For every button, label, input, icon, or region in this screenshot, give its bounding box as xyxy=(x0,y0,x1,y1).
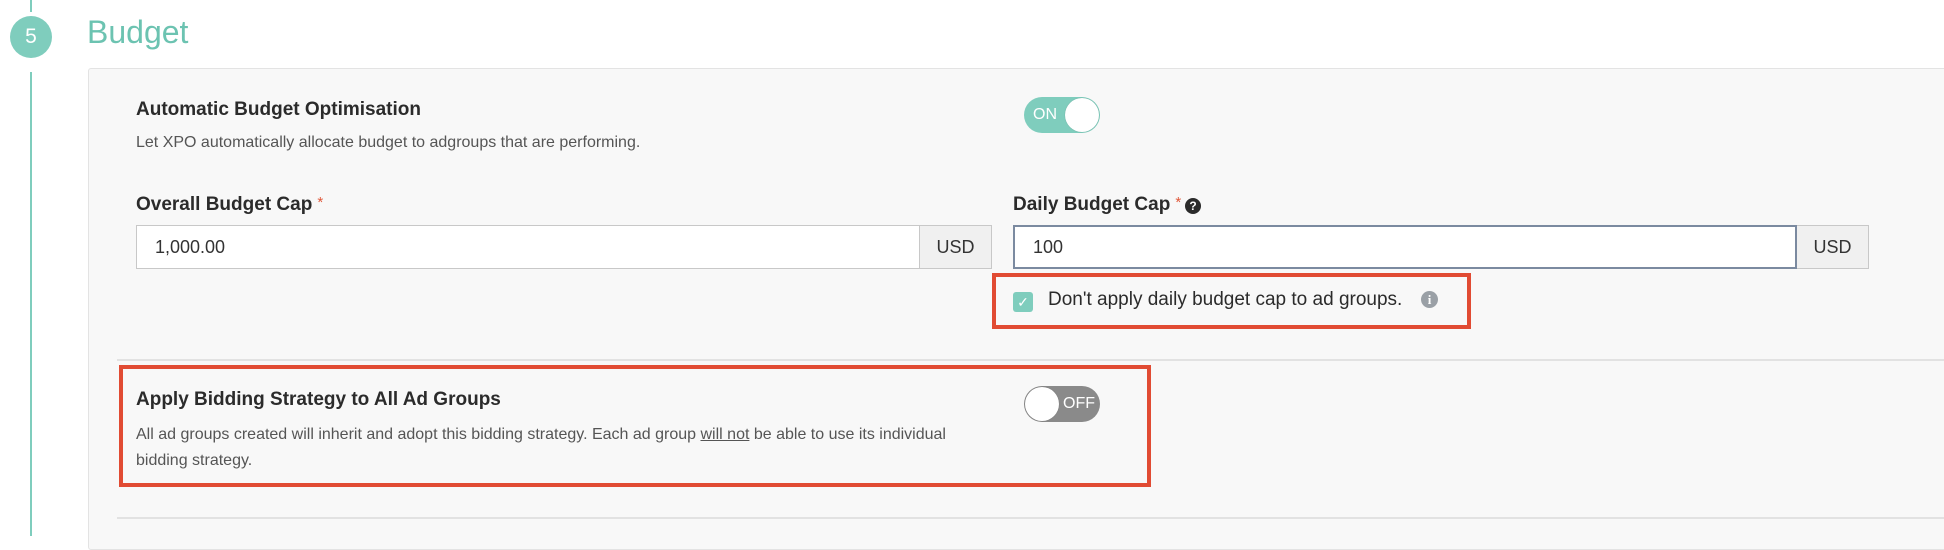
overall-cap-label-text: Overall Budget Cap xyxy=(136,194,313,215)
step-rail-top xyxy=(30,0,32,12)
overall-cap-input[interactable] xyxy=(136,225,920,269)
daily-cap-label-text: Daily Budget Cap xyxy=(1013,194,1171,215)
overall-cap-label: Overall Budget Cap * xyxy=(136,194,323,216)
section-divider xyxy=(117,359,1944,361)
toggle-knob xyxy=(1065,98,1099,132)
auto-budget-description: Let XPO automatically allocate budget to… xyxy=(136,134,641,151)
bidding-highlight-box xyxy=(119,365,1151,487)
required-marker: * xyxy=(1175,194,1182,211)
step-rail xyxy=(30,72,32,536)
section-title: Budget xyxy=(87,14,189,50)
question-circle-icon[interactable]: ? xyxy=(1185,198,1201,214)
budget-panel: Automatic Budget Optimisation Let XPO au… xyxy=(88,68,1944,550)
daily-cap-label: Daily Budget Cap * xyxy=(1013,194,1181,216)
auto-budget-label: Automatic Budget Optimisation xyxy=(136,99,421,120)
auto-budget-toggle-text: ON xyxy=(1033,106,1057,123)
checkbox-highlight-box xyxy=(992,273,1471,329)
required-marker: * xyxy=(317,194,324,211)
section-divider-bottom xyxy=(117,517,1944,519)
daily-cap-currency: USD xyxy=(1797,225,1869,269)
overall-cap-currency: USD xyxy=(920,225,992,269)
step-number-badge: 5 xyxy=(10,16,52,58)
auto-budget-toggle[interactable]: ON xyxy=(1024,97,1100,133)
daily-cap-input[interactable] xyxy=(1013,225,1797,269)
